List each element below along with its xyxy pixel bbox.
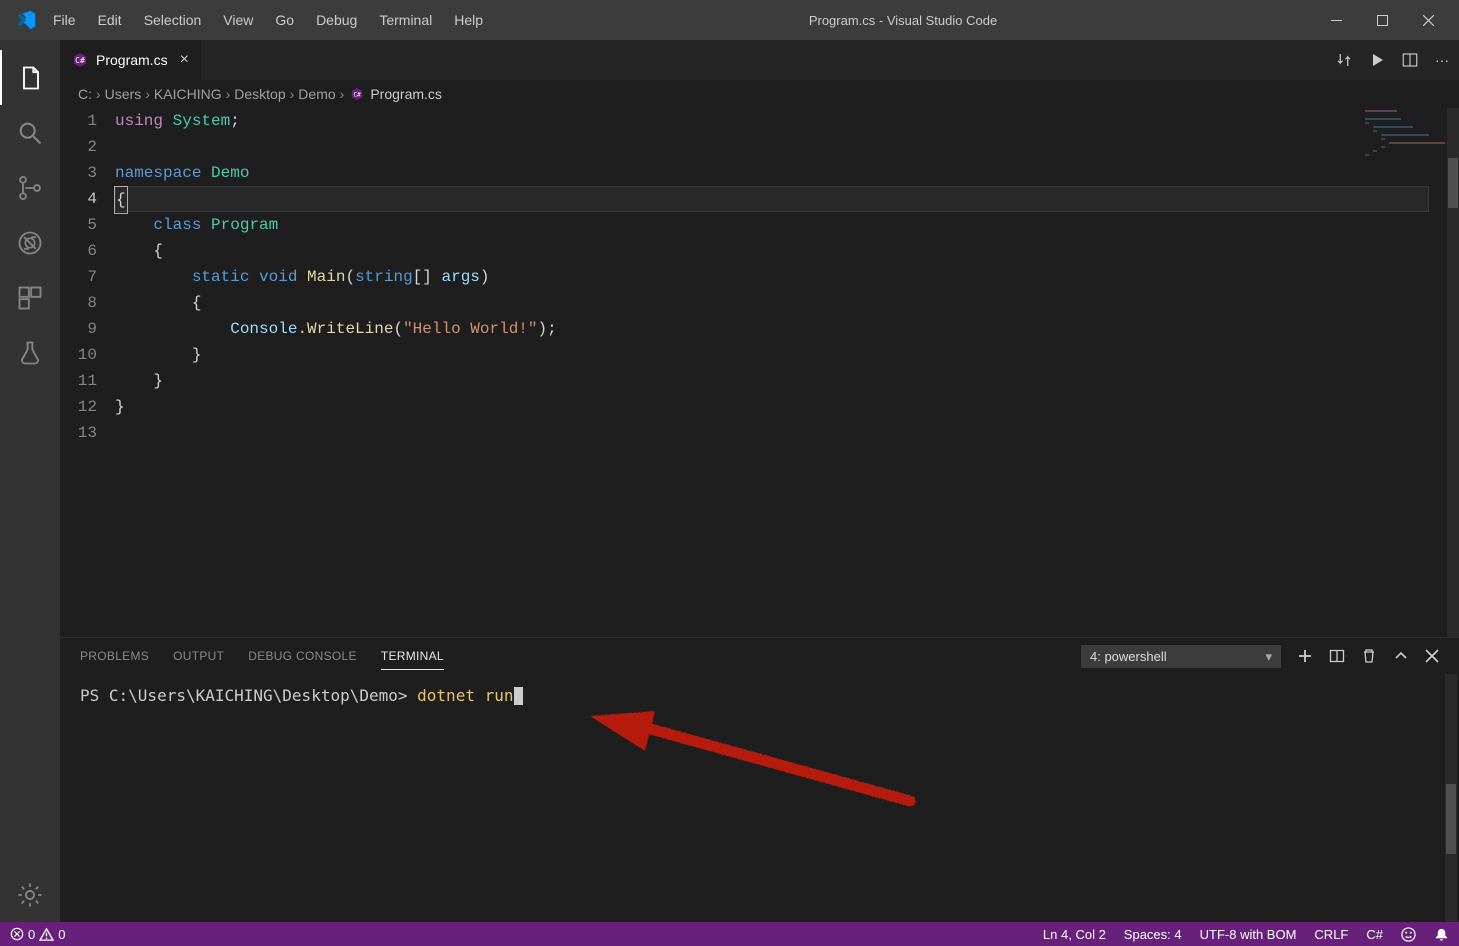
terminal-content[interactable]: PS C:\Users\KAICHING\Desktop\Demo> dotne… (60, 674, 1459, 922)
terminal-prompt: PS C:\Users\KAICHING\Desktop\Demo> (80, 686, 417, 705)
editor-area: C# Program.cs × ··· C:› Users› KAICHING›… (60, 40, 1459, 922)
terminal-cursor (514, 687, 523, 705)
kill-terminal-icon[interactable] (1361, 648, 1377, 664)
close-button[interactable] (1405, 0, 1451, 40)
window-title: Program.cs - Visual Studio Code (493, 13, 1313, 28)
split-editor-icon[interactable] (1401, 51, 1419, 69)
csharp-file-icon: C# (350, 87, 364, 101)
csharp-file-icon: C# (72, 52, 88, 68)
title-bar: File Edit Selection View Go Debug Termin… (0, 0, 1459, 40)
close-panel-icon[interactable] (1425, 649, 1439, 663)
breadcrumb-part[interactable]: Program.cs (370, 86, 442, 102)
status-eol[interactable]: CRLF (1314, 927, 1348, 942)
tab-terminal[interactable]: TERMINAL (381, 643, 444, 670)
debug-icon[interactable] (0, 215, 60, 270)
annotation-arrow-icon (580, 706, 930, 826)
breadcrumb-part[interactable]: Users (105, 86, 142, 102)
maximize-button[interactable] (1359, 0, 1405, 40)
status-errors[interactable]: 0 (10, 927, 35, 942)
svg-text:C#: C# (354, 92, 362, 99)
terminal-scrollbar[interactable] (1445, 674, 1457, 922)
new-terminal-icon[interactable] (1297, 648, 1313, 664)
status-spaces[interactable]: Spaces: 4 (1124, 927, 1182, 942)
status-warnings[interactable]: 0 (39, 927, 65, 942)
tab-debug-console[interactable]: DEBUG CONSOLE (248, 643, 357, 669)
status-bar: 0 0 Ln 4, Col 2 Spaces: 4 UTF-8 with BOM… (0, 922, 1459, 946)
breadcrumb-part[interactable]: Demo (298, 86, 335, 102)
menu-bar: File Edit Selection View Go Debug Termin… (43, 6, 493, 34)
menu-debug[interactable]: Debug (306, 6, 367, 34)
compare-changes-icon[interactable] (1335, 51, 1353, 69)
menu-help[interactable]: Help (444, 6, 493, 34)
panel-tabs: PROBLEMS OUTPUT DEBUG CONSOLE TERMINAL 4… (60, 638, 1459, 674)
menu-go[interactable]: Go (265, 6, 304, 34)
breadcrumb-part[interactable]: Desktop (234, 86, 285, 102)
maximize-panel-icon[interactable] (1393, 648, 1409, 664)
close-icon[interactable]: × (180, 51, 189, 69)
settings-gear-icon[interactable] (0, 867, 60, 922)
status-language[interactable]: C# (1366, 927, 1383, 942)
menu-terminal[interactable]: Terminal (369, 6, 442, 34)
line-gutter: 1234 5678 910111213 (60, 108, 115, 637)
vscode-logo-icon (8, 9, 43, 31)
search-icon[interactable] (0, 105, 60, 160)
status-line-col[interactable]: Ln 4, Col 2 (1043, 927, 1106, 942)
breadcrumb-part[interactable]: KAICHING (154, 86, 222, 102)
tab-label: Program.cs (96, 52, 168, 68)
run-icon[interactable] (1369, 52, 1385, 68)
window-controls (1313, 0, 1451, 40)
editor-tabs: C# Program.cs × ··· (60, 40, 1459, 80)
source-control-icon[interactable] (0, 160, 60, 215)
status-feedback-icon[interactable] (1401, 927, 1416, 942)
split-terminal-icon[interactable] (1329, 648, 1345, 664)
menu-selection[interactable]: Selection (134, 6, 212, 34)
menu-view[interactable]: View (213, 6, 263, 34)
menu-file[interactable]: File (43, 6, 86, 34)
terminal-selector[interactable]: 4: powershell (1081, 645, 1281, 668)
status-encoding[interactable]: UTF-8 with BOM (1200, 927, 1297, 942)
bottom-panel: PROBLEMS OUTPUT DEBUG CONSOLE TERMINAL 4… (60, 637, 1459, 922)
editor-actions: ··· (1335, 40, 1459, 80)
activity-bar (0, 40, 60, 922)
breadcrumbs[interactable]: C:› Users› KAICHING› Desktop› Demo› C# P… (60, 80, 1459, 108)
menu-edit[interactable]: Edit (88, 6, 132, 34)
tab-output[interactable]: OUTPUT (173, 643, 224, 669)
svg-text:C#: C# (75, 56, 85, 65)
terminal-command: dotnet run (417, 686, 513, 705)
tab-problems[interactable]: PROBLEMS (80, 643, 149, 669)
extensions-icon[interactable] (0, 270, 60, 325)
test-icon[interactable] (0, 325, 60, 380)
tab-program-cs[interactable]: C# Program.cs × (60, 40, 202, 80)
status-bell-icon[interactable] (1434, 927, 1449, 942)
code-content[interactable]: using System; namespace Demo { class Pro… (115, 108, 1459, 637)
breadcrumb-part[interactable]: C: (78, 86, 92, 102)
more-actions-icon[interactable]: ··· (1435, 52, 1449, 68)
code-editor[interactable]: 1234 5678 910111213 using System; namesp… (60, 108, 1459, 637)
minimize-button[interactable] (1313, 0, 1359, 40)
explorer-icon[interactable] (0, 50, 60, 105)
